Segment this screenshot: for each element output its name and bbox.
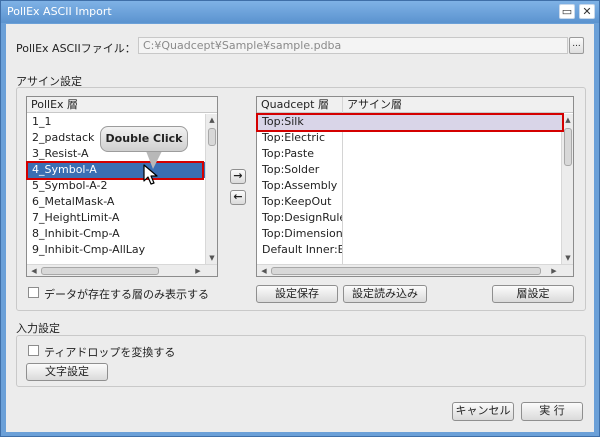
file-path-field[interactable]: C:¥Quadcept¥Sample¥sample.pdba — [138, 37, 568, 54]
teardrop-label: ティアドロップを変換する — [44, 346, 176, 359]
scroll-thumb[interactable] — [41, 267, 159, 275]
quadcept-layer-row-highlighted[interactable]: Top:Silk — [257, 114, 561, 130]
quadcept-layer-row[interactable]: Top:Solder — [257, 162, 342, 178]
scroll-down-icon[interactable]: ▼ — [207, 253, 217, 263]
arrow-left-icon: ← — [233, 190, 243, 203]
move-right-button[interactable]: → — [230, 169, 246, 184]
pollex-layer-header: PollEx 層 — [27, 97, 217, 113]
arrow-right-icon: → — [233, 169, 243, 182]
show-only-existing-checkbox[interactable] — [28, 287, 39, 298]
scroll-left-icon[interactable]: ◀ — [29, 266, 39, 276]
pollex-layer-row[interactable]: 9_Inhibit-Cmp-AllLay — [27, 242, 205, 258]
move-left-button[interactable]: ← — [230, 190, 246, 205]
pollex-layer-row[interactable]: 7_HeightLimit-A — [27, 210, 205, 226]
right-list-vscrollbar[interactable]: ▲ ▼ — [561, 114, 573, 265]
quadcept-layer-row[interactable]: Default Inner:Ele — [257, 242, 342, 258]
close-icon[interactable]: ✕ — [579, 4, 595, 19]
mouse-cursor-icon — [143, 164, 158, 185]
pollex-layer-row-selected[interactable]: 4_Symbol-A — [27, 162, 205, 178]
scroll-up-icon[interactable]: ▲ — [563, 115, 573, 125]
scroll-thumb[interactable] — [271, 267, 541, 275]
left-list-vscrollbar[interactable]: ▲ ▼ — [205, 114, 217, 265]
cancel-button[interactable]: キャンセル — [452, 402, 514, 421]
assigned-layer-column: アサイン層 — [347, 98, 402, 111]
window-title: PollEx ASCII Import — [7, 5, 112, 18]
load-settings-button[interactable]: 設定読み込み — [343, 285, 427, 303]
minimize-icon[interactable]: ▭ — [559, 4, 575, 19]
browse-button[interactable]: ... — [569, 37, 584, 54]
quadcept-layer-row[interactable]: Top:Electric — [257, 130, 342, 146]
quadcept-layer-list[interactable]: Quadcept 層 アサイン層 Top:Silk Top:Electric T… — [256, 96, 574, 277]
scroll-thumb[interactable] — [208, 128, 216, 146]
quadcept-layer-header: Quadcept 層 アサイン層 — [257, 97, 573, 113]
teardrop-checkbox[interactable] — [28, 345, 39, 356]
quadcept-layer-row[interactable]: Top:KeepOut — [257, 194, 342, 210]
scroll-right-icon[interactable]: ▶ — [193, 266, 203, 276]
quadcept-layer-row[interactable]: Top:DesignRule — [257, 210, 342, 226]
scroll-down-icon[interactable]: ▼ — [563, 253, 573, 263]
quadcept-layer-column: Quadcept 層 — [261, 98, 329, 111]
scroll-thumb[interactable] — [564, 128, 572, 166]
quadcept-layer-row[interactable]: Top:Dimension — [257, 226, 342, 242]
pollex-layer-row[interactable]: 6_MetalMask-A — [27, 194, 205, 210]
scroll-up-icon[interactable]: ▲ — [207, 115, 217, 125]
input-section-title: 入力設定 — [16, 322, 60, 335]
scroll-right-icon[interactable]: ▶ — [549, 266, 559, 276]
save-settings-button[interactable]: 設定保存 — [256, 285, 338, 303]
import-dialog: PollEx ASCII Import ▭ ✕ PollEx ASCIIファイル… — [0, 0, 600, 437]
pollex-layer-list[interactable]: PollEx 層 1_1 2_padstack 3_Resist-A 4_Sym… — [26, 96, 218, 277]
dialog-body: PollEx ASCIIファイル： C:¥Quadcept¥Sample¥sam… — [6, 24, 594, 432]
show-only-existing-label: データが存在する層のみ表示する — [44, 288, 209, 301]
scroll-left-icon[interactable]: ◀ — [259, 266, 269, 276]
quadcept-layer-row[interactable]: Top:Assembly — [257, 178, 342, 194]
run-button[interactable]: 実 行 — [521, 402, 583, 421]
text-settings-button[interactable]: 文字設定 — [26, 363, 108, 381]
quadcept-layer-row[interactable]: Top:Paste — [257, 146, 342, 162]
layer-settings-button[interactable]: 層設定 — [492, 285, 574, 303]
pollex-layer-row[interactable]: 5_Symbol-A-2 — [27, 178, 205, 194]
title-bar[interactable]: PollEx ASCII Import ▭ ✕ — [1, 1, 599, 23]
file-label: PollEx ASCIIファイル： — [16, 42, 136, 55]
pollex-layer-row[interactable]: 8_Inhibit-Cmp-A — [27, 226, 205, 242]
left-list-hscrollbar[interactable]: ◀ ▶ — [27, 264, 217, 276]
double-click-tooltip: Double Click — [100, 126, 188, 152]
right-list-hscrollbar[interactable]: ◀ ▶ — [257, 264, 573, 276]
